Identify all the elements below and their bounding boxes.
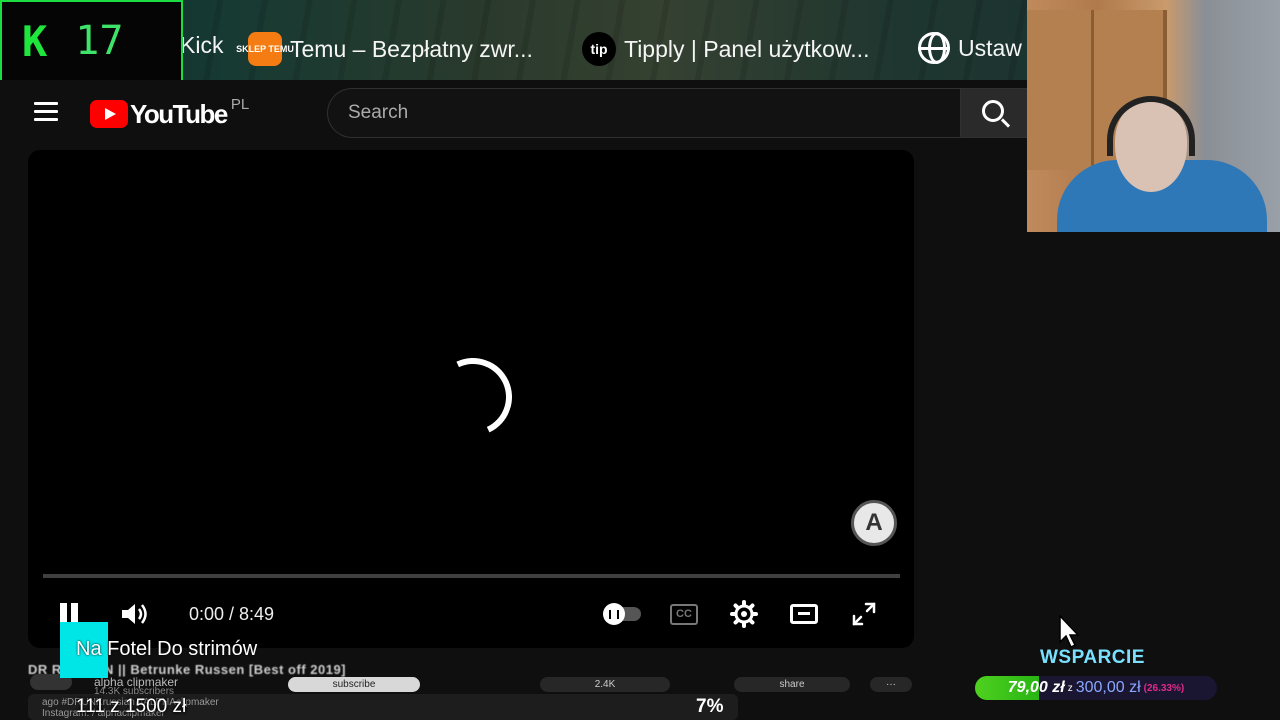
support-progress-bar: 79,00 zł z 300,00 zł (26.33%) <box>975 676 1217 700</box>
bookmark-label: Ustaw <box>958 34 1022 61</box>
channel-watermark-icon[interactable]: A <box>851 500 897 546</box>
bookmark-settings[interactable]: Ustaw <box>918 32 1022 64</box>
share-button[interactable]: share <box>734 677 850 692</box>
screen: Kick SKLEP TEMU Temu – Bezpłatny zwr... … <box>0 0 1280 720</box>
search-input[interactable] <box>348 102 961 124</box>
bookmark-label: Temu – Bezpłatny zwr... <box>290 35 533 62</box>
fullscreen-button[interactable] <box>848 598 880 630</box>
gear-icon <box>730 600 758 628</box>
bookmark-label: Kick <box>180 32 224 58</box>
country-code: PL <box>230 96 250 113</box>
viewer-count: 17 <box>75 18 124 64</box>
autoplay-pause-icon <box>603 603 625 625</box>
theater-mode-button[interactable] <box>788 598 820 630</box>
settings-button[interactable] <box>728 598 760 630</box>
volume-icon <box>122 604 147 624</box>
theater-icon <box>790 604 818 624</box>
time-display: 0:00 / 8:49 <box>189 604 275 624</box>
subtitles-button[interactable]: CC <box>668 598 700 630</box>
youtube-play-icon <box>90 100 128 128</box>
webcam-overlay <box>1027 0 1280 232</box>
like-count: 2.4K <box>594 679 616 690</box>
menu-icon[interactable] <box>34 102 58 122</box>
support-percent: (26.33%) <box>1143 682 1185 694</box>
goal-amount: 111 z 1500 zł <box>76 696 187 717</box>
bookmark-temu[interactable]: SKLEP TEMU Temu – Bezpłatny zwr... <box>236 32 533 66</box>
globe-icon <box>918 32 950 64</box>
youtube-wordmark: YouTube <box>130 99 228 129</box>
search-box <box>327 88 961 138</box>
support-label: WSPARCIE <box>1040 647 1145 668</box>
bookmark-kick[interactable]: Kick <box>180 32 223 59</box>
volume-button[interactable] <box>118 598 152 630</box>
support-current: 79,00 zł <box>1007 679 1065 696</box>
like-button[interactable]: 2.4K <box>540 677 670 692</box>
bookmark-label: Tipply | Panel użytkow... <box>624 35 870 62</box>
cc-icon: CC <box>670 603 698 625</box>
search-button[interactable] <box>960 88 1030 138</box>
temu-icon: SKLEP TEMU <box>236 32 294 66</box>
fullscreen-icon <box>852 602 876 626</box>
more-actions-button[interactable]: ··· <box>870 677 912 692</box>
support-goal: 300,00 zł <box>1075 679 1141 696</box>
goal-percent: 7% <box>696 696 724 717</box>
autoplay-toggle[interactable] <box>603 598 643 630</box>
kick-logo-icon: K <box>22 16 47 66</box>
youtube-logo[interactable]: YouTube PL <box>90 96 249 130</box>
support-separator: z <box>1067 682 1073 694</box>
bookmark-tipply[interactable]: tip Tipply | Panel użytkow... <box>582 32 869 66</box>
kick-viewer-widget: K 17 <box>0 0 183 82</box>
subscribe-button[interactable]: subscribe <box>288 677 420 692</box>
goal-title: Na Fotel Do strimów <box>76 638 258 660</box>
progress-bar[interactable] <box>43 574 900 578</box>
tipply-icon: tip <box>582 32 616 66</box>
search-icon <box>982 100 1004 122</box>
